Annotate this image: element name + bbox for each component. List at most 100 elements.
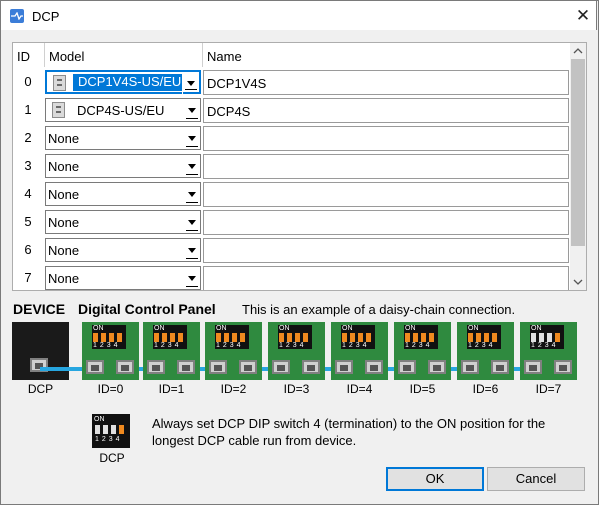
row-id: 2 [24,130,32,145]
port-icon [86,360,104,374]
name-value: DCP1V4S [207,76,267,91]
name-field-0[interactable]: DCP1V4S [203,70,569,95]
vertical-scrollbar[interactable] [570,43,586,290]
model-value: None [48,243,80,258]
example-text: This is an example of a daisy-chain conn… [242,302,516,317]
scrollbar-thumb[interactable] [571,59,585,246]
row-id: 0 [24,74,32,89]
model-value: None [48,187,80,202]
name-field-2[interactable] [203,126,569,151]
panel-id-label: ID=7 [535,382,562,396]
port-icon [116,360,134,374]
device-heading: DEVICE [13,301,66,317]
name-value: DCP4S [207,104,251,119]
model-value: DCP4S-US/EU [77,103,165,118]
model-value: DCP1V4S-US/EU [78,74,182,89]
termination-note: Always set DCP DIP switch 4 (termination… [152,416,546,448]
port-icon [524,360,542,374]
panel-id-label: ID=5 [409,382,436,396]
header-separator [44,43,45,67]
dip-switch-icon: ON 1234 [92,414,130,448]
ok-button[interactable]: OK [386,467,484,491]
panel-id-label: ID=6 [472,382,499,396]
port-icon [209,360,227,374]
model-value: None [48,131,80,146]
dcp-panel-image: ON 1234 [268,322,325,380]
model-select-2[interactable]: None [45,126,201,150]
port-icon [302,360,320,374]
scroll-down-icon[interactable] [570,274,586,290]
port-icon [428,360,446,374]
dip-numbers: 1234 [95,436,123,443]
port-icon [335,360,353,374]
panel-id-label: ID=2 [220,382,247,396]
dip-switch-icon: ON 1234 [341,325,375,349]
port-icon [491,360,509,374]
name-field-4[interactable] [203,182,569,207]
cancel-button[interactable]: Cancel [487,467,585,491]
panel-id-label: ID=3 [283,382,310,396]
close-icon[interactable]: ✕ [573,6,593,26]
title-bar: DCP ✕ [0,0,597,30]
row-id: 7 [24,270,32,285]
model-select-7[interactable]: None [45,266,201,290]
legend-label: DCP [99,451,125,465]
name-field-5[interactable] [203,210,569,235]
header-id: ID [17,49,30,64]
model-select-3[interactable]: None [45,154,201,178]
header-separator [202,43,203,67]
dip-switch-icon: ON 1234 [153,325,187,349]
device-image [12,322,69,380]
panel-id-label: ID=1 [158,382,185,396]
dip-switch-icon: ON 1234 [92,325,126,349]
dcp-panel-image: ON 1234 [82,322,139,380]
scroll-up-icon[interactable] [570,43,586,59]
name-field-7[interactable] [203,266,569,290]
device-icon [52,102,65,118]
window-title: DCP [32,9,60,24]
model-select-6[interactable]: None [45,238,201,262]
port-icon [365,360,383,374]
dip-switch-icon: ON 1234 [404,325,438,349]
port-icon [177,360,195,374]
model-value: None [48,271,80,286]
chevron-down-icon[interactable] [182,72,199,94]
dip-on-label: ON [94,416,105,423]
dcp-panel-image: ON 1234 [520,322,577,380]
device-icon [53,75,66,91]
dip-switch-icon: ON 1234 [530,325,564,349]
port-icon [398,360,416,374]
model-select-5[interactable]: None [45,210,201,234]
row-id: 5 [24,214,32,229]
name-field-1[interactable]: DCP4S [203,98,569,123]
port-icon [461,360,479,374]
dip-switch-icon: ON 1234 [278,325,312,349]
dip-switch-icon: ON 1234 [215,325,249,349]
row-id: 6 [24,242,32,257]
dcp-device-label: DCP [27,382,54,396]
dcp-panel-image: ON 1234 [205,322,262,380]
model-select-4[interactable]: None [45,182,201,206]
dcp-grid: ID Model Name 0 DCP1V4S-US/EU DCP1V4S 1 … [12,42,587,291]
dcp-panel-image: ON 1234 [331,322,388,380]
row-id: 3 [24,158,32,173]
model-value: None [48,215,80,230]
name-field-6[interactable] [203,238,569,263]
model-select-0[interactable]: DCP1V4S-US/EU [45,70,201,94]
row-id: 4 [24,186,32,201]
model-select-1[interactable]: DCP4S-US/EU [45,98,201,122]
dcp-panel-image: ON 1234 [457,322,514,380]
header-model: Model [49,49,85,64]
port-icon [239,360,257,374]
model-value: None [48,159,80,174]
name-field-3[interactable] [203,154,569,179]
header-name: Name [207,49,242,64]
panel-heading: Digital Control Panel [78,301,216,317]
dip-switch-icon: ON 1234 [467,325,501,349]
panel-id-label: ID=4 [346,382,373,396]
port-icon [272,360,290,374]
app-icon [10,9,24,23]
dcp-panel-image: ON 1234 [143,322,200,380]
port-icon [147,360,165,374]
port-icon [554,360,572,374]
